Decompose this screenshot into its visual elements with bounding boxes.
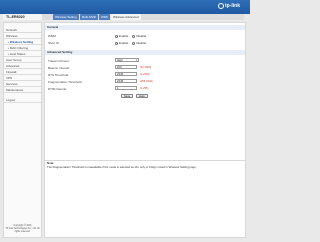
save-button[interactable]: Save <box>121 94 133 98</box>
dtim-interval-row: DTIM Interval: 1 (1-255) <box>45 86 245 92</box>
dtim-interval-input[interactable]: 1 <box>115 86 137 90</box>
rts-threshold-row: RTS Threshold: 2346 (1-2346) <box>45 72 245 78</box>
top-banner: tp-link <box>0 0 250 14</box>
wmm-label: WMM <box>48 34 56 38</box>
rts-threshold-label: RTS Threshold: <box>48 73 69 77</box>
fragmentation-threshold-input[interactable]: 2346 <box>115 79 137 83</box>
short-gi-label: Short GI <box>48 41 60 45</box>
note-block: Note: The Fragmentation Threshold is una… <box>47 161 243 169</box>
short-gi-enable-radio[interactable]: Enable <box>115 41 128 45</box>
dtim-interval-label: DTIM Interval: <box>48 87 67 91</box>
beacon-interval-row: Beacon Interval: 100 (40-1000) <box>45 65 245 71</box>
wmm-row: WMM Enable Disable <box>45 33 245 39</box>
tab-wds[interactable]: WDS <box>99 14 111 20</box>
rts-threshold-input[interactable]: 2346 <box>115 72 137 76</box>
note-text: The Fragmentation Threshold is unavailab… <box>47 164 197 169</box>
sidebar: Network Wireless • Wireless Setting • MA… <box>3 22 42 238</box>
radio-unselected-icon <box>132 34 136 38</box>
copyright-line-3: rights reserved. <box>14 231 31 233</box>
beacon-interval-label: Beacon Interval: <box>48 66 70 70</box>
tab-multi-ssid[interactable]: Multi-SSID <box>79 14 99 20</box>
rts-threshold-range: (1-2346) <box>140 73 150 76</box>
wmm-radio-group: Enable Disable <box>115 34 146 38</box>
short-gi-disable-radio[interactable]: Disable <box>132 41 146 45</box>
sidebar-item-maintenance[interactable]: Maintenance <box>4 87 41 93</box>
tab-wireless-advanced[interactable]: Wireless Advanced <box>111 14 141 20</box>
tab-wireless-setting[interactable]: Wireless Setting <box>53 14 79 20</box>
transmit-power-value: High <box>117 58 123 62</box>
dtim-interval-range: (1-255) <box>140 87 149 90</box>
button-row: Save Help <box>45 94 245 100</box>
fragmentation-threshold-label: Fragmentation Threshold: <box>48 80 83 84</box>
transmit-power-row: Transmit Power: High ▾ <box>45 58 245 64</box>
radio-selected-icon <box>115 34 118 38</box>
help-button[interactable]: Help <box>136 94 148 98</box>
radio-unselected-icon <box>132 41 136 45</box>
wmm-enable-radio[interactable]: Enable <box>115 34 128 38</box>
model-name: TL-ER6020 <box>3 14 42 20</box>
tab-bar: Wireless Setting Multi-SSID WDS Wireless… <box>53 14 141 20</box>
wmm-disable-label: Disable <box>136 34 147 38</box>
copyright: Copyright © 2016 TP-Link Technologies Co… <box>4 225 41 234</box>
short-gi-disable-label: Disable <box>136 41 147 45</box>
sidebar-menu: Network Wireless • Wireless Setting • MA… <box>4 27 41 103</box>
radio-selected-icon <box>115 41 118 45</box>
short-gi-radio-group: Enable Disable <box>115 41 146 45</box>
short-gi-row: Short GI Enable Disable <box>45 40 245 46</box>
chevron-down-icon: ▾ <box>135 59 137 62</box>
advanced-heading: Advanced Setting <box>45 50 245 55</box>
sidebar-item-logout[interactable]: Logout <box>4 97 41 103</box>
beacon-interval-input[interactable]: 100 <box>115 65 137 69</box>
transmit-power-select[interactable]: High ▾ <box>115 58 139 62</box>
tp-link-logo: tp-link <box>218 3 240 9</box>
general-heading: General <box>45 25 245 30</box>
fragmentation-threshold-range: (256-2346) <box>140 80 153 83</box>
tp-link-logo-icon <box>218 3 224 9</box>
beacon-interval-range: (40-1000) <box>140 66 152 69</box>
fragmentation-threshold-row: Fragmentation Threshold: 2346 (256-2346) <box>45 79 245 85</box>
wmm-enable-label: Enable <box>119 34 129 38</box>
note-divider <box>45 160 245 161</box>
wmm-disable-radio[interactable]: Disable <box>132 34 146 38</box>
short-gi-enable-label: Enable <box>119 41 129 45</box>
main-panel: General WMM Enable Disable Short GI Enab… <box>44 22 246 238</box>
transmit-power-label: Transmit Power: <box>48 59 70 63</box>
logo-text: tp-link <box>225 3 240 9</box>
